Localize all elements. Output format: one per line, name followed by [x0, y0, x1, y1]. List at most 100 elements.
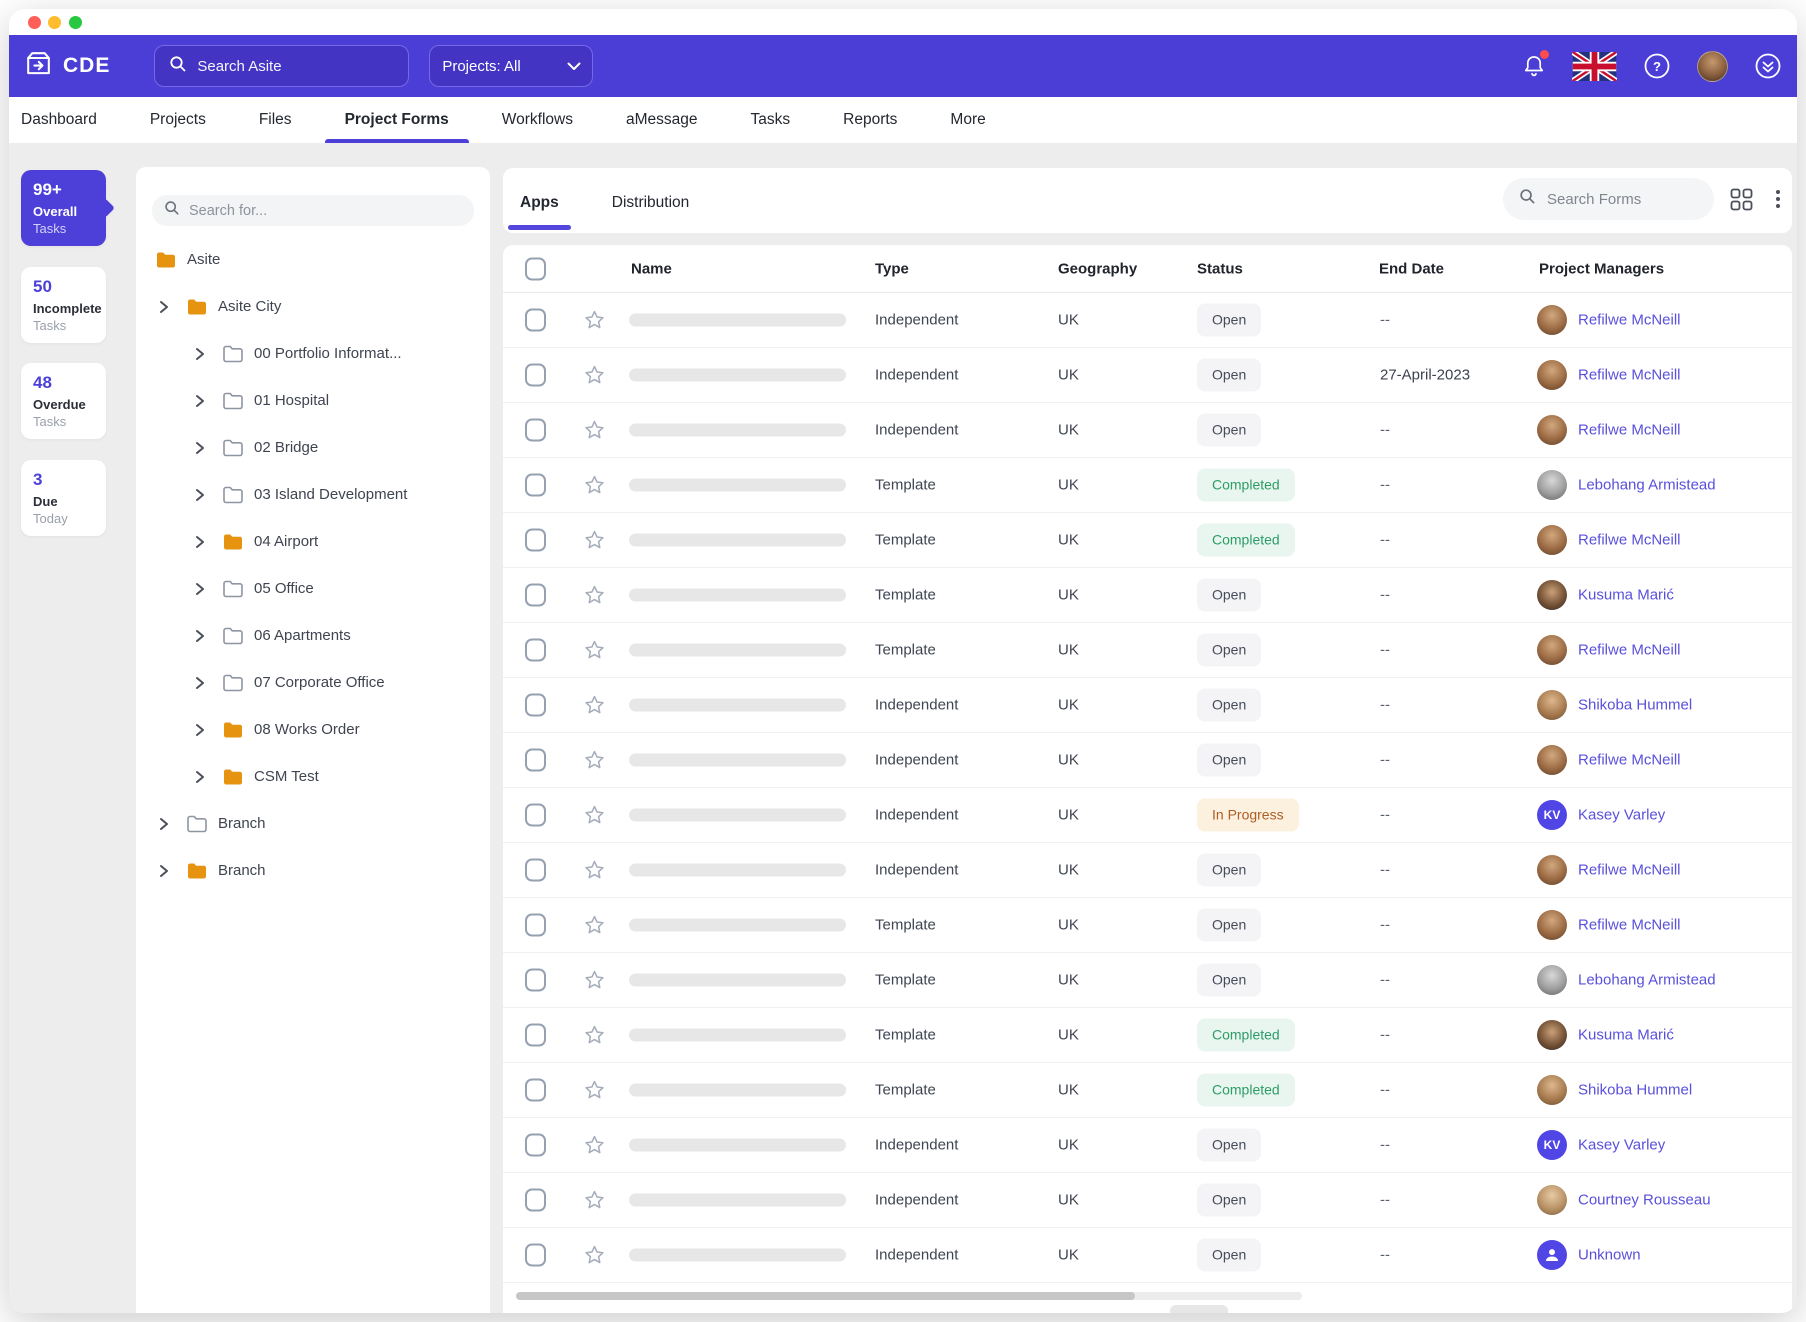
help-button[interactable]: ?	[1643, 52, 1671, 80]
manager-link[interactable]: Kusuma Marić	[1578, 1027, 1674, 1044]
star-icon[interactable]	[583, 474, 606, 497]
row-checkbox[interactable]	[525, 803, 546, 827]
notifications-button[interactable]	[1522, 50, 1549, 79]
close-window-button[interactable]	[28, 16, 41, 29]
star-icon[interactable]	[583, 419, 606, 442]
manager-link[interactable]: Shikoba Hummel	[1578, 1082, 1692, 1099]
minimize-window-button[interactable]	[48, 16, 61, 29]
star-icon[interactable]	[583, 529, 606, 552]
chevron-right-icon[interactable]	[194, 629, 208, 643]
chevron-right-icon[interactable]	[194, 723, 208, 737]
forms-search[interactable]	[1503, 178, 1714, 220]
row-checkbox[interactable]	[525, 968, 546, 992]
nav-item-files[interactable]: Files	[259, 97, 292, 143]
row-checkbox[interactable]	[525, 693, 546, 717]
row-checkbox[interactable]	[525, 363, 546, 387]
row-checkbox[interactable]	[525, 308, 546, 332]
tree-search[interactable]	[152, 195, 474, 226]
star-icon[interactable]	[583, 364, 606, 387]
row-checkbox[interactable]	[525, 748, 546, 772]
chevron-right-icon[interactable]	[194, 676, 208, 690]
star-icon[interactable]	[583, 694, 606, 717]
nav-item-dashboard[interactable]: Dashboard	[21, 97, 97, 143]
row-checkbox[interactable]	[525, 638, 546, 662]
grid-view-button[interactable]	[1730, 188, 1753, 216]
tab-distribution[interactable]: Distribution	[612, 194, 690, 233]
row-checkbox[interactable]	[525, 1188, 546, 1212]
tree-item-08-works-order[interactable]: 08 Works Order	[136, 706, 490, 753]
nav-item-reports[interactable]: Reports	[843, 97, 897, 143]
chevron-right-icon[interactable]	[194, 535, 208, 549]
task-card-due[interactable]: 3 Due Today	[21, 460, 106, 536]
chevron-right-icon[interactable]	[194, 488, 208, 502]
manager-link[interactable]: Refilwe McNeill	[1578, 422, 1681, 439]
horizontal-scrollbar-track[interactable]	[516, 1292, 1302, 1300]
tree-item-01-hospital[interactable]: 01 Hospital	[136, 377, 490, 424]
nav-item-more[interactable]: More	[950, 97, 985, 143]
tree-item-05-office[interactable]: 05 Office	[136, 565, 490, 612]
horizontal-scrollbar-thumb[interactable]	[516, 1292, 1135, 1300]
language-flag-button[interactable]	[1572, 51, 1617, 81]
manager-link[interactable]: Refilwe McNeill	[1578, 752, 1681, 769]
tree-item-03-island-development[interactable]: 03 Island Development	[136, 471, 490, 518]
star-icon[interactable]	[583, 1079, 606, 1102]
manager-link[interactable]: Unknown	[1578, 1247, 1641, 1264]
tree-item-branch[interactable]: Branch	[136, 800, 490, 847]
task-card-overall[interactable]: 99+ Overall Tasks	[21, 170, 106, 246]
manager-link[interactable]: Kasey Varley	[1578, 807, 1665, 824]
chevron-right-icon[interactable]	[158, 300, 172, 314]
tree-item-asite-city[interactable]: Asite City	[136, 283, 490, 330]
star-icon[interactable]	[583, 749, 606, 772]
row-checkbox[interactable]	[525, 1078, 546, 1102]
global-search-input[interactable]	[197, 57, 395, 75]
star-icon[interactable]	[583, 1024, 606, 1047]
tree-item-00-portfolio-informat[interactable]: 00 Portfolio Informat...	[136, 330, 490, 377]
user-avatar[interactable]	[1697, 50, 1728, 82]
chevron-right-icon[interactable]	[194, 347, 208, 361]
forms-search-input[interactable]	[1547, 190, 1698, 208]
nav-item-project-forms[interactable]: Project Forms	[324, 97, 470, 143]
chevron-right-icon[interactable]	[158, 864, 172, 878]
chevron-right-icon[interactable]	[194, 770, 208, 784]
tree-item-csm-test[interactable]: CSM Test	[136, 753, 490, 800]
chevron-right-icon[interactable]	[158, 817, 172, 831]
manager-link[interactable]: Refilwe McNeill	[1578, 862, 1681, 879]
maximize-window-button[interactable]	[69, 16, 82, 29]
collapse-topbar-button[interactable]	[1754, 52, 1782, 80]
star-icon[interactable]	[583, 969, 606, 992]
manager-link[interactable]: Refilwe McNeill	[1578, 642, 1681, 659]
chevron-right-icon[interactable]	[194, 394, 208, 408]
row-checkbox[interactable]	[525, 528, 546, 552]
tab-apps[interactable]: Apps	[508, 194, 571, 233]
star-icon[interactable]	[583, 1244, 606, 1267]
row-checkbox[interactable]	[525, 858, 546, 882]
select-all-checkbox[interactable]	[525, 257, 546, 280]
manager-link[interactable]: Refilwe McNeill	[1578, 312, 1681, 329]
nav-item-projects[interactable]: Projects	[150, 97, 206, 143]
manager-link[interactable]: Kasey Varley	[1578, 1137, 1665, 1154]
star-icon[interactable]	[583, 309, 606, 332]
global-search[interactable]	[154, 45, 410, 87]
tree-search-input[interactable]	[189, 202, 462, 219]
star-icon[interactable]	[583, 584, 606, 607]
nav-item-amessage[interactable]: aMessage	[626, 97, 698, 143]
row-checkbox[interactable]	[525, 1133, 546, 1157]
row-checkbox[interactable]	[525, 583, 546, 607]
manager-link[interactable]: Refilwe McNeill	[1578, 367, 1681, 384]
pagination-control-cut[interactable]	[1170, 1305, 1228, 1313]
manager-link[interactable]: Courtney Rousseau	[1578, 1192, 1711, 1209]
row-checkbox[interactable]	[525, 418, 546, 442]
star-icon[interactable]	[583, 1189, 606, 1212]
tree-item-07-corporate-office[interactable]: 07 Corporate Office	[136, 659, 490, 706]
manager-link[interactable]: Refilwe McNeill	[1578, 532, 1681, 549]
manager-link[interactable]: Kusuma Marić	[1578, 587, 1674, 604]
row-checkbox[interactable]	[525, 913, 546, 937]
star-icon[interactable]	[583, 859, 606, 882]
chevron-right-icon[interactable]	[194, 441, 208, 455]
manager-link[interactable]: Refilwe McNeill	[1578, 917, 1681, 934]
star-icon[interactable]	[583, 1134, 606, 1157]
nav-item-tasks[interactable]: Tasks	[751, 97, 791, 143]
row-checkbox[interactable]	[525, 1023, 546, 1047]
manager-link[interactable]: Shikoba Hummel	[1578, 697, 1692, 714]
task-card-incomplete[interactable]: 50 Incomplete Tasks	[21, 267, 106, 343]
